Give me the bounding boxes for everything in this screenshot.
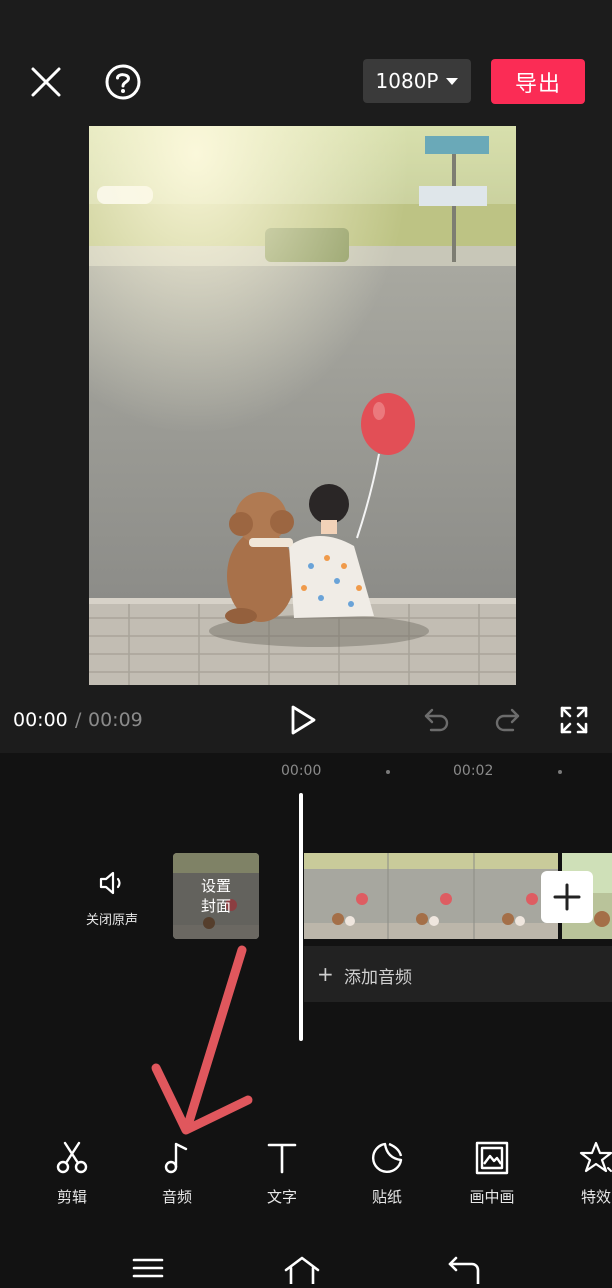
toolbar-item-label: 贴纸 xyxy=(371,1188,402,1206)
undo-icon xyxy=(424,708,449,732)
toolbar-item-picture-in-picture[interactable]: 画中画 xyxy=(448,1138,536,1208)
timeline-ruler-dot xyxy=(558,770,562,774)
timeline-ruler-mark: 00:02 xyxy=(453,763,494,779)
effects-star-icon xyxy=(576,1138,612,1178)
timeline-ruler-mark: 00:00 xyxy=(281,763,322,779)
toolbar-item-effects[interactable]: 特效 xyxy=(552,1138,612,1208)
add-clip-button[interactable] xyxy=(541,871,593,923)
add-audio-plus-icon: + xyxy=(317,962,334,986)
resolution-label: 1080P xyxy=(375,69,439,93)
set-cover-label-line: 封面 xyxy=(200,897,231,915)
sticker-icon xyxy=(367,1138,407,1178)
annotation-arrow xyxy=(151,945,253,1135)
mute-original-audio-label: 关闭原声 xyxy=(85,913,138,928)
plus-icon xyxy=(553,883,581,911)
toolbar-item-label: 画中画 xyxy=(469,1188,515,1206)
back-icon xyxy=(448,1256,480,1286)
home-icon xyxy=(284,1256,320,1286)
close-button[interactable] xyxy=(26,62,66,102)
fullscreen-icon xyxy=(560,706,588,734)
toolbar-item-sticker[interactable]: 贴纸 xyxy=(343,1138,431,1208)
toolbar-item-label: 特效 xyxy=(580,1188,611,1206)
text-icon xyxy=(262,1138,302,1178)
export-label: 导出 xyxy=(514,71,561,97)
timeline-ruler-dot xyxy=(386,770,390,774)
preview-scene-image xyxy=(89,126,516,685)
music-note-icon xyxy=(157,1138,197,1178)
set-cover-label-line: 设置 xyxy=(200,877,231,895)
set-cover-label: 设置 封面 xyxy=(173,876,259,916)
current-time: 00:00 xyxy=(13,709,68,731)
speaker-icon xyxy=(99,871,121,895)
picture-in-picture-icon xyxy=(472,1138,512,1178)
video-preview[interactable] xyxy=(89,126,516,685)
fullscreen-button[interactable] xyxy=(559,705,589,735)
close-icon xyxy=(31,67,61,97)
toolbar-item-text[interactable]: 文字 xyxy=(238,1138,326,1208)
resolution-dropdown[interactable]: 1080P xyxy=(363,59,471,103)
toolbar-item-label: 剪辑 xyxy=(56,1188,87,1206)
caret-down-icon xyxy=(446,77,459,85)
nav-menu-button[interactable] xyxy=(128,1254,168,1284)
toolbar-item-label: 文字 xyxy=(266,1188,297,1206)
play-button[interactable] xyxy=(288,704,318,736)
menu-icon xyxy=(132,1258,164,1278)
toolbar-item-label: 音频 xyxy=(161,1188,192,1206)
time-separator: / xyxy=(75,709,82,731)
timeline-playhead[interactable] xyxy=(299,793,303,1041)
play-icon xyxy=(291,705,316,735)
redo-button[interactable] xyxy=(493,705,521,733)
toolbar-item-edit[interactable]: 剪辑 xyxy=(28,1138,116,1208)
nav-home-button[interactable] xyxy=(282,1254,322,1286)
total-time: 00:09 xyxy=(88,709,143,731)
scissors-icon xyxy=(52,1138,92,1178)
add-audio-label[interactable]: 添加音频 xyxy=(344,963,412,988)
help-button[interactable] xyxy=(103,62,143,102)
redo-icon xyxy=(495,708,520,732)
help-icon xyxy=(105,64,141,100)
nav-back-button[interactable] xyxy=(444,1254,484,1286)
export-button[interactable]: 导出 xyxy=(491,59,585,104)
toolbar-item-audio[interactable]: 音频 xyxy=(133,1138,221,1208)
undo-button[interactable] xyxy=(423,705,451,733)
